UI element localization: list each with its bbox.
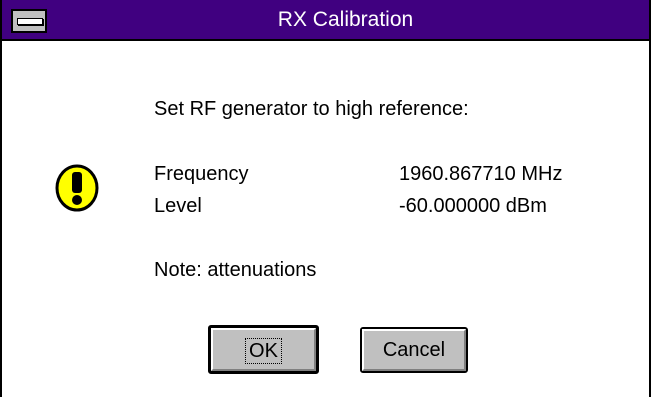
title-bar[interactable]: RX Calibration <box>2 0 649 41</box>
level-label: Level <box>154 195 202 217</box>
system-menu-icon[interactable] <box>11 9 47 33</box>
level-value: -60.000000 dBm <box>399 195 547 217</box>
exclamation-icon <box>55 164 99 212</box>
instruction-text: Set RF generator to high reference: <box>154 98 469 120</box>
system-menu-bar <box>17 18 43 25</box>
cancel-button-label: Cancel <box>382 339 446 361</box>
frequency-label: Frequency <box>154 163 249 185</box>
cancel-button-face: Cancel <box>362 329 466 371</box>
rx-calibration-dialog: RX Calibration Set RF generator to high … <box>0 0 651 397</box>
window-title: RX Calibration <box>277 8 414 31</box>
cancel-button[interactable]: Cancel <box>360 327 468 373</box>
frequency-value: 1960.867710 MHz <box>399 163 563 185</box>
ok-button-label: OK <box>245 338 282 364</box>
note-text: Note: attenuations <box>154 259 317 281</box>
ok-button[interactable]: OK <box>208 325 319 374</box>
ok-button-face: OK <box>211 328 316 371</box>
